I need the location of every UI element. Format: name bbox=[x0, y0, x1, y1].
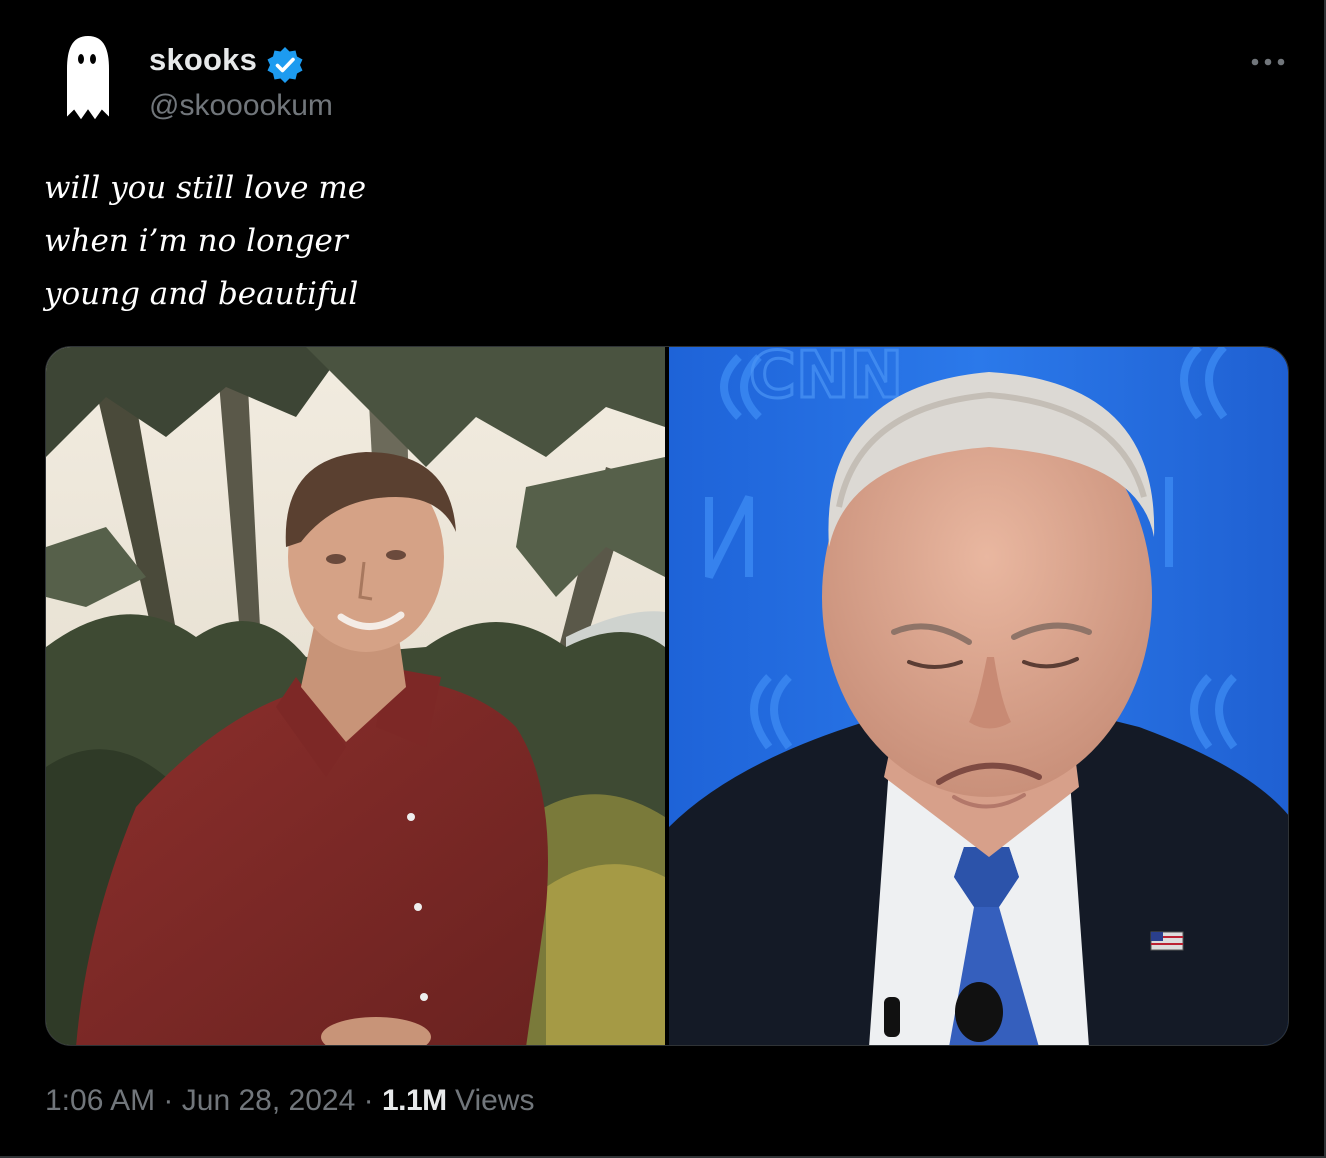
author-handle[interactable]: @skooookum bbox=[149, 89, 333, 123]
tweet-text-line: will you still love me bbox=[44, 170, 367, 206]
tweet-text: will you still love me when i’m no longe… bbox=[44, 162, 366, 321]
meta-separator: · bbox=[363, 1084, 374, 1117]
ghost-icon[interactable] bbox=[46, 24, 130, 134]
media-photo-left[interactable] bbox=[46, 347, 665, 1045]
tweet-time[interactable]: 1:06 AM bbox=[45, 1084, 155, 1117]
tweet-card: skooks @skooookum will you still love me… bbox=[0, 0, 1326, 1158]
cnn-background-text: CNN bbox=[749, 347, 903, 413]
tweet-text-line: young and beautiful bbox=[44, 276, 359, 312]
views-label: Views bbox=[454, 1084, 535, 1117]
meta-separator: · bbox=[163, 1084, 174, 1117]
author-display-name[interactable]: skooks bbox=[149, 42, 257, 78]
verified-badge-icon bbox=[264, 44, 306, 86]
media-photo-right[interactable]: CNN bbox=[669, 347, 1288, 1045]
tweet-metadata: 1:06 AM · Jun 28, 2024 · 1.1M Views bbox=[45, 1084, 534, 1118]
media-grid: CNN bbox=[45, 346, 1289, 1046]
views-count: 1.1M bbox=[381, 1084, 447, 1117]
more-options-icon[interactable] bbox=[1244, 44, 1292, 80]
tweet-text-line: when i’m no longer bbox=[44, 223, 348, 259]
tweet-date[interactable]: Jun 28, 2024 bbox=[182, 1084, 355, 1117]
